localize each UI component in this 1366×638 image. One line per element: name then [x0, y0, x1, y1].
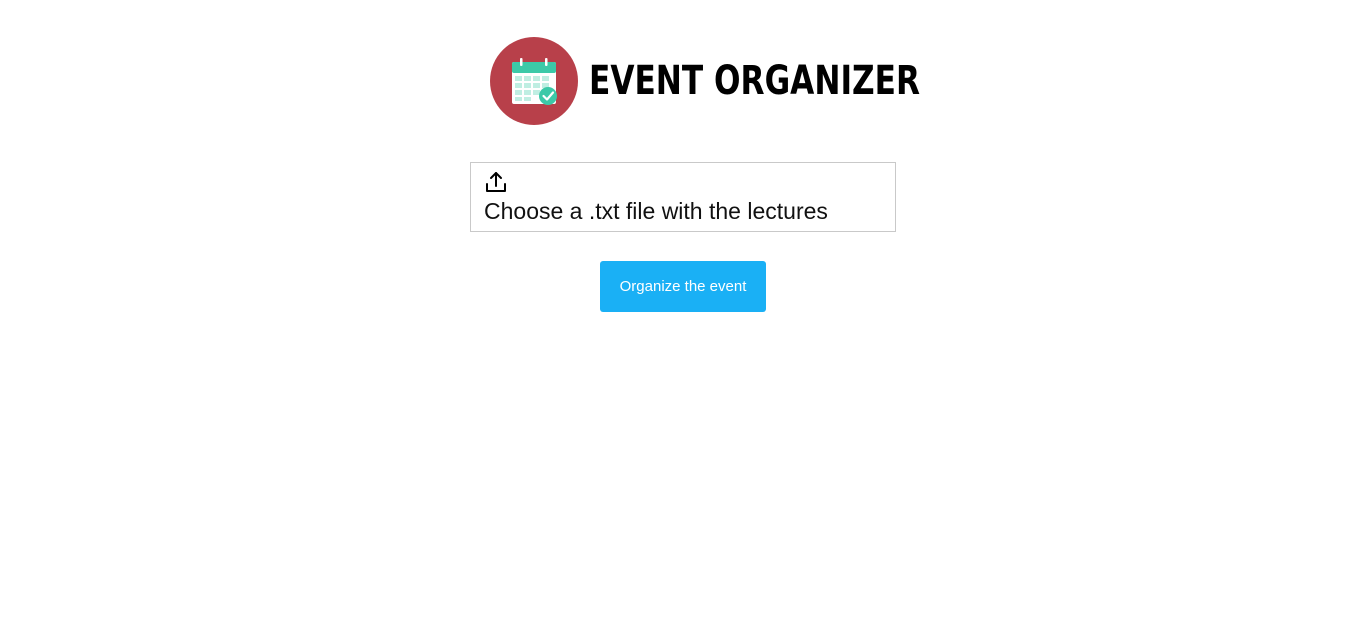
header: EVENT ORGANIZER [490, 37, 1013, 125]
file-upload-input[interactable]: Choose a .txt file with the lectures [470, 162, 896, 232]
app-title: EVENT ORGANIZER [589, 58, 921, 104]
organize-event-button[interactable]: Organize the event [600, 261, 766, 312]
upload-label: Choose a .txt file with the lectures [484, 198, 828, 224]
upload-icon [486, 172, 506, 192]
calendar-check-icon [490, 37, 578, 125]
page: EVENT ORGANIZER Choose a .txt file with … [0, 0, 1366, 638]
